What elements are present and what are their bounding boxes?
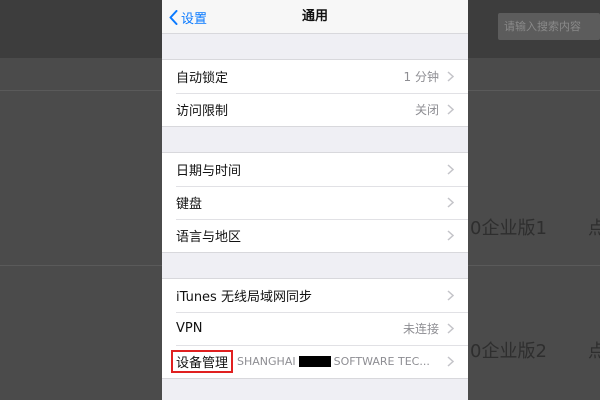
- chevron-right-icon: [447, 71, 454, 82]
- background-row-suffix: 点: [588, 341, 600, 362]
- row-value: 关闭: [414, 103, 439, 117]
- row-value: SHANGHAI SOFTWARE TEC...: [237, 355, 430, 368]
- row-label: 自动锁定: [176, 71, 229, 86]
- row-vpn[interactable]: VPN 未连接: [162, 312, 468, 345]
- row-itunes-wifi-sync[interactable]: iTunes 无线局域网同步: [162, 279, 468, 312]
- row-auto-lock[interactable]: 自动锁定 1 分钟: [162, 60, 468, 93]
- chevron-right-icon: [447, 356, 454, 367]
- row-keyboard[interactable]: 键盘: [162, 186, 468, 219]
- background-row-text: 0企业版1: [470, 218, 547, 239]
- chevron-right-icon: [447, 197, 454, 208]
- row-label: VPN: [176, 321, 203, 336]
- phone-screen: 设置 通用 自动锁定 1 分钟 访问限制 关闭 日期与时间 键盘 语言与地区 i…: [162, 0, 468, 400]
- org-name-prefix: SHANGHAI: [237, 355, 296, 368]
- org-name-suffix: SOFTWARE TEC...: [333, 355, 430, 368]
- row-device-management[interactable]: 设备管理 SHANGHAI SOFTWARE TEC...: [162, 345, 468, 378]
- row-label: 语言与地区: [176, 230, 242, 245]
- background-row-text: 0企业版2: [470, 341, 547, 362]
- chevron-right-icon: [447, 323, 454, 334]
- row-restrictions[interactable]: 访问限制 关闭: [162, 93, 468, 126]
- settings-group-network: iTunes 无线局域网同步 VPN 未连接 设备管理 SHANGHAI SOF…: [162, 278, 468, 379]
- background-row-suffix: 点: [588, 218, 600, 239]
- chevron-right-icon: [447, 290, 454, 301]
- row-label: 访问限制: [176, 104, 229, 119]
- background-search-input: 请输入搜索内容: [498, 13, 600, 40]
- chevron-right-icon: [447, 104, 454, 115]
- row-label-highlighted: 设备管理: [171, 350, 234, 373]
- row-value: 1 分钟: [403, 70, 439, 84]
- row-label: 键盘: [176, 197, 203, 212]
- row-language-region[interactable]: 语言与地区: [162, 219, 468, 252]
- redaction-bar: [298, 356, 331, 367]
- chevron-right-icon: [447, 164, 454, 175]
- navigation-bar: 设置 通用: [162, 0, 468, 34]
- settings-group-lock: 自动锁定 1 分钟 访问限制 关闭: [162, 59, 468, 127]
- row-label: 日期与时间: [176, 164, 242, 179]
- page-title: 通用: [301, 9, 328, 24]
- settings-group-locale: 日期与时间 键盘 语言与地区: [162, 152, 468, 253]
- row-date-time[interactable]: 日期与时间: [162, 153, 468, 186]
- row-value: 未连接: [402, 322, 439, 336]
- chevron-right-icon: [447, 230, 454, 241]
- row-label: iTunes 无线局域网同步: [176, 290, 312, 305]
